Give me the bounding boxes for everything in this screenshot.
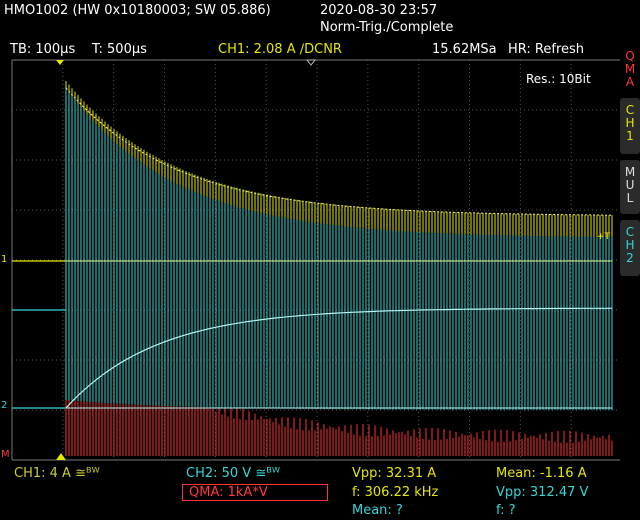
trigger-bottom-marker [56,453,66,460]
ch1-side-button[interactable]: C H 1 [620,98,640,154]
trigger-level-marker: +T [597,232,611,242]
datetime: 2020-08-30 23:57 [320,3,438,18]
math-ground-marker: M [1,449,10,460]
waveform-traces [12,81,613,456]
ch2-ground-marker: 2 [1,400,8,411]
device-info: HMO1002 (HW 0x10180003; SW 05.886) [4,3,271,18]
graticule-grid [11,59,620,461]
mul-side-button[interactable]: M U L [620,160,640,214]
trigger-status: Norm-Trig./Complete [320,20,454,35]
measurement-mean-qma: Mean: ? [352,503,403,518]
measurement-vpp-ch2: Vpp: 312.47 V [496,485,589,500]
ch2-side-button[interactable]: C H 2 [620,220,640,276]
sample-rate: 15.62MSa [432,42,497,57]
horizontal-position-marker [305,59,317,66]
measurement-f-ch2: f: ? [496,503,516,518]
resolution-label: Res.: 10Bit [526,72,591,86]
qma-side-button[interactable]: Q M A [620,50,640,94]
qma-scale[interactable]: QMA: 1kA*V [182,484,328,501]
measurement-mean-ch1: Mean: -1.16 A [496,466,587,481]
ch2-scale[interactable]: CH2: 50 V ≅ᴮᵂ [186,466,280,481]
hr-mode[interactable]: HR: Refresh [508,42,584,57]
ch2-envelope-trace [65,88,613,410]
trigger-time-setting[interactable]: T: 500µs [92,42,147,57]
timebase-setting[interactable]: TB: 100µs [10,42,75,57]
ch1-ground-marker: 1 [1,254,8,265]
measurement-frequency: f: 306.22 kHz [352,485,439,500]
measurement-vpp-ch1: Vpp: 32.31 A [352,466,437,481]
oscilloscope-screen: HMO1002 (HW 0x10180003; SW 05.886) 2020-… [0,0,640,520]
waveform-display [11,59,620,461]
ch1-scale[interactable]: CH1: 4 A ≅ᴮᵂ [14,466,100,481]
ch1-upper-curve [65,87,612,216]
ch1-trigger-setting[interactable]: CH1: 2.08 A ∕DCNR [218,42,342,57]
